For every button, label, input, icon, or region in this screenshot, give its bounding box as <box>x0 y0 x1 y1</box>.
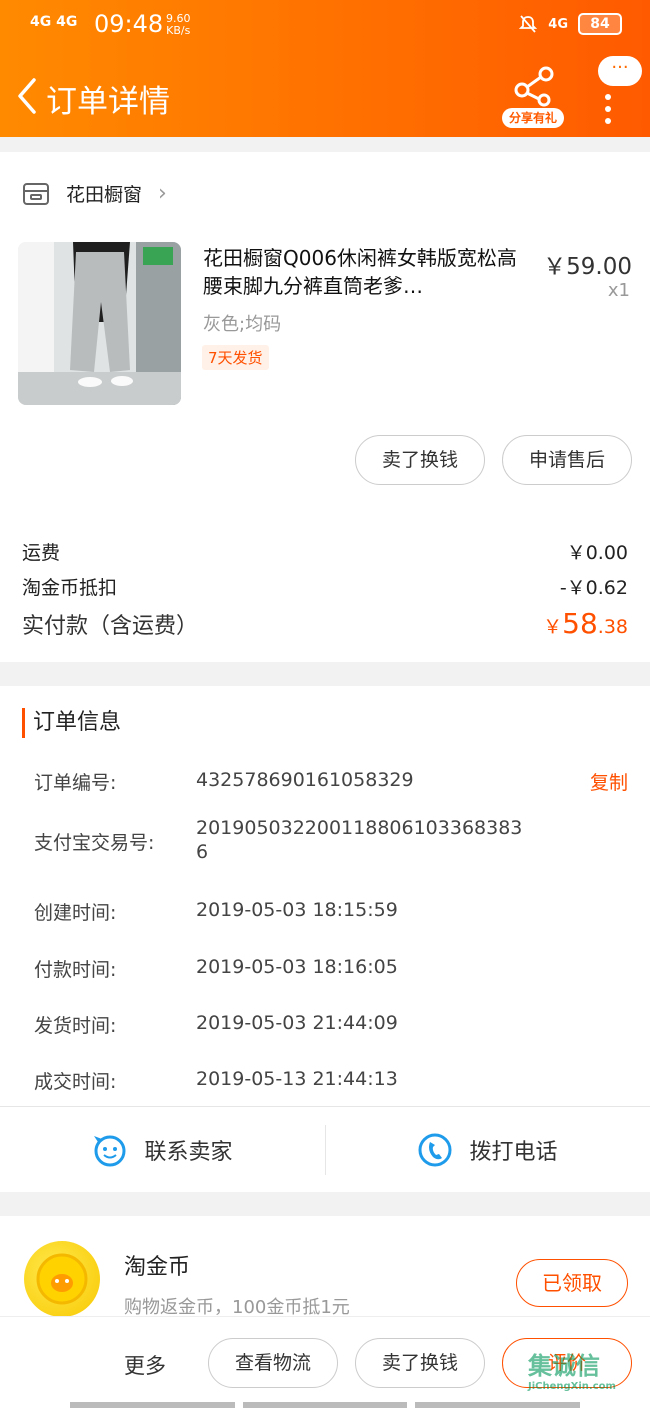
product-card: 花田橱窗 › 花田橱窗Q006休闲裤女韩版宽松高腰束脚九分裤直筒老爹… ￥59.… <box>0 152 650 662</box>
shop-icon <box>23 182 49 205</box>
more-vertical-icon <box>605 94 611 124</box>
shop-row[interactable]: 花田橱窗 › <box>22 180 167 207</box>
coin-deduct-label: 淘金币抵扣 <box>22 577 118 599</box>
paid-total-label: 实付款（含运费） <box>22 614 199 639</box>
status-bar: 4G 4G 09:48 9.60 KB/s 4G 84 <box>0 0 650 50</box>
product-quantity: x1 <box>607 280 630 301</box>
share-button[interactable]: 分享有礼 <box>500 64 566 128</box>
product-price: ￥59.00 <box>543 254 632 280</box>
network-speed-unit: KB/s <box>166 24 191 37</box>
paid-total-value: ￥58.38 <box>543 607 628 640</box>
more-button[interactable]: 更多 <box>124 1350 166 1380</box>
network-speed: 9.60 KB/s <box>166 13 191 37</box>
home-indicator <box>0 1402 650 1408</box>
alipay-number-label: 支付宝交易号: <box>34 832 155 854</box>
contact-row: 联系卖家 拨打电话 <box>0 1107 650 1192</box>
after-sales-button[interactable]: 申请售后 <box>502 435 632 485</box>
pay-time-value: 2019-05-03 18:16:05 <box>196 956 398 978</box>
deal-time-value: 2019-05-13 21:44:13 <box>196 1068 398 1090</box>
paid-currency: ￥ <box>543 616 563 638</box>
watermark: 集诚信 JiChengXin.com <box>528 1346 616 1392</box>
coin-deduct-row: 淘金币抵扣 -￥0.62 <box>22 573 628 600</box>
back-arrow-icon[interactable] <box>12 74 44 118</box>
paid-integer: 58 <box>562 607 598 640</box>
shipping-fee-row: 运费 ￥0.00 <box>22 538 628 565</box>
order-info-title: 订单信息 <box>22 708 121 738</box>
alipay-number-value: 2019050322001188061033683836 <box>196 817 523 863</box>
pay-time-label: 付款时间: <box>34 959 117 981</box>
resell-button[interactable]: 卖了换钱 <box>355 435 485 485</box>
chat-face-icon <box>94 1135 126 1166</box>
battery-icon: 84 <box>578 13 622 35</box>
deal-time-label: 成交时间: <box>34 1071 117 1093</box>
signal-indicator: 4G 4G <box>30 14 78 30</box>
ship-time-label: 发货时间: <box>34 1015 117 1037</box>
copy-button[interactable]: 复制 <box>590 768 628 795</box>
status-right: 4G 84 <box>518 13 622 35</box>
coin-icon <box>24 1241 100 1317</box>
network-type: 4G <box>548 16 568 32</box>
call-phone-label: 拨打电话 <box>469 1139 558 1165</box>
shipping-fee-label: 运费 <box>22 542 61 564</box>
paid-decimal: .38 <box>597 616 628 638</box>
shipping-fee-value: ￥0.00 <box>566 542 628 564</box>
create-time-value: 2019-05-03 18:15:59 <box>196 899 398 921</box>
phone-icon <box>418 1133 452 1166</box>
watermark-text: 集诚信 <box>528 1352 600 1380</box>
nav-bar: 订单详情 分享有礼 ··· <box>0 56 650 137</box>
product-image[interactable] <box>18 242 181 405</box>
more-menu-button[interactable]: ··· <box>598 56 642 128</box>
coin-deduct-value: -￥0.62 <box>559 577 628 599</box>
page-title: 订单详情 <box>46 84 170 120</box>
share-label: 分享有礼 <box>502 108 564 128</box>
order-number-value: 432578690161058329 <box>196 769 414 791</box>
watermark-url: JiChengXin.com <box>528 1381 616 1392</box>
mute-bell-icon <box>519 15 538 33</box>
order-number-label: 订单编号: <box>34 772 117 794</box>
call-phone-button[interactable]: 拨打电话 <box>325 1107 650 1192</box>
ship-time-value: 2019-05-03 21:44:09 <box>196 1012 398 1034</box>
track-logistics-button[interactable]: 查看物流 <box>208 1338 338 1388</box>
share-icon <box>514 66 554 107</box>
battery-level: 84 <box>590 16 610 32</box>
paid-total-row: 实付款（含运费） ￥58.38 <box>22 607 628 640</box>
shop-name: 花田橱窗 <box>66 184 143 206</box>
chevron-right-icon: › <box>158 181 167 206</box>
product-title[interactable]: 花田橱窗Q006休闲裤女韩版宽松高腰束脚九分裤直筒老爹… <box>203 244 525 300</box>
resell-bottom-button[interactable]: 卖了换钱 <box>355 1338 485 1388</box>
contact-seller-button[interactable]: 联系卖家 <box>0 1107 325 1192</box>
coin-title: 淘金币 <box>124 1255 191 1280</box>
status-time: 09:48 <box>94 10 164 38</box>
create-time-label: 创建时间: <box>34 902 117 924</box>
taobao-coin-card: 淘金币 购物返金币，100金币抵1元 已领取 <box>0 1216 650 1318</box>
app-header: 4G 4G 09:48 9.60 KB/s 4G 84 订单详情 分享有礼 ··… <box>0 0 650 137</box>
contact-seller-label: 联系卖家 <box>144 1139 233 1165</box>
message-bubble-icon: ··· <box>598 56 642 86</box>
product-sku: 灰色;均码 <box>203 314 282 335</box>
order-info-card: 订单信息 订单编号: 432578690161058329 复制 支付宝交易号:… <box>0 686 650 1192</box>
coin-claimed-button[interactable]: 已领取 <box>516 1259 628 1307</box>
shipping-tag: 7天发货 <box>202 345 269 370</box>
